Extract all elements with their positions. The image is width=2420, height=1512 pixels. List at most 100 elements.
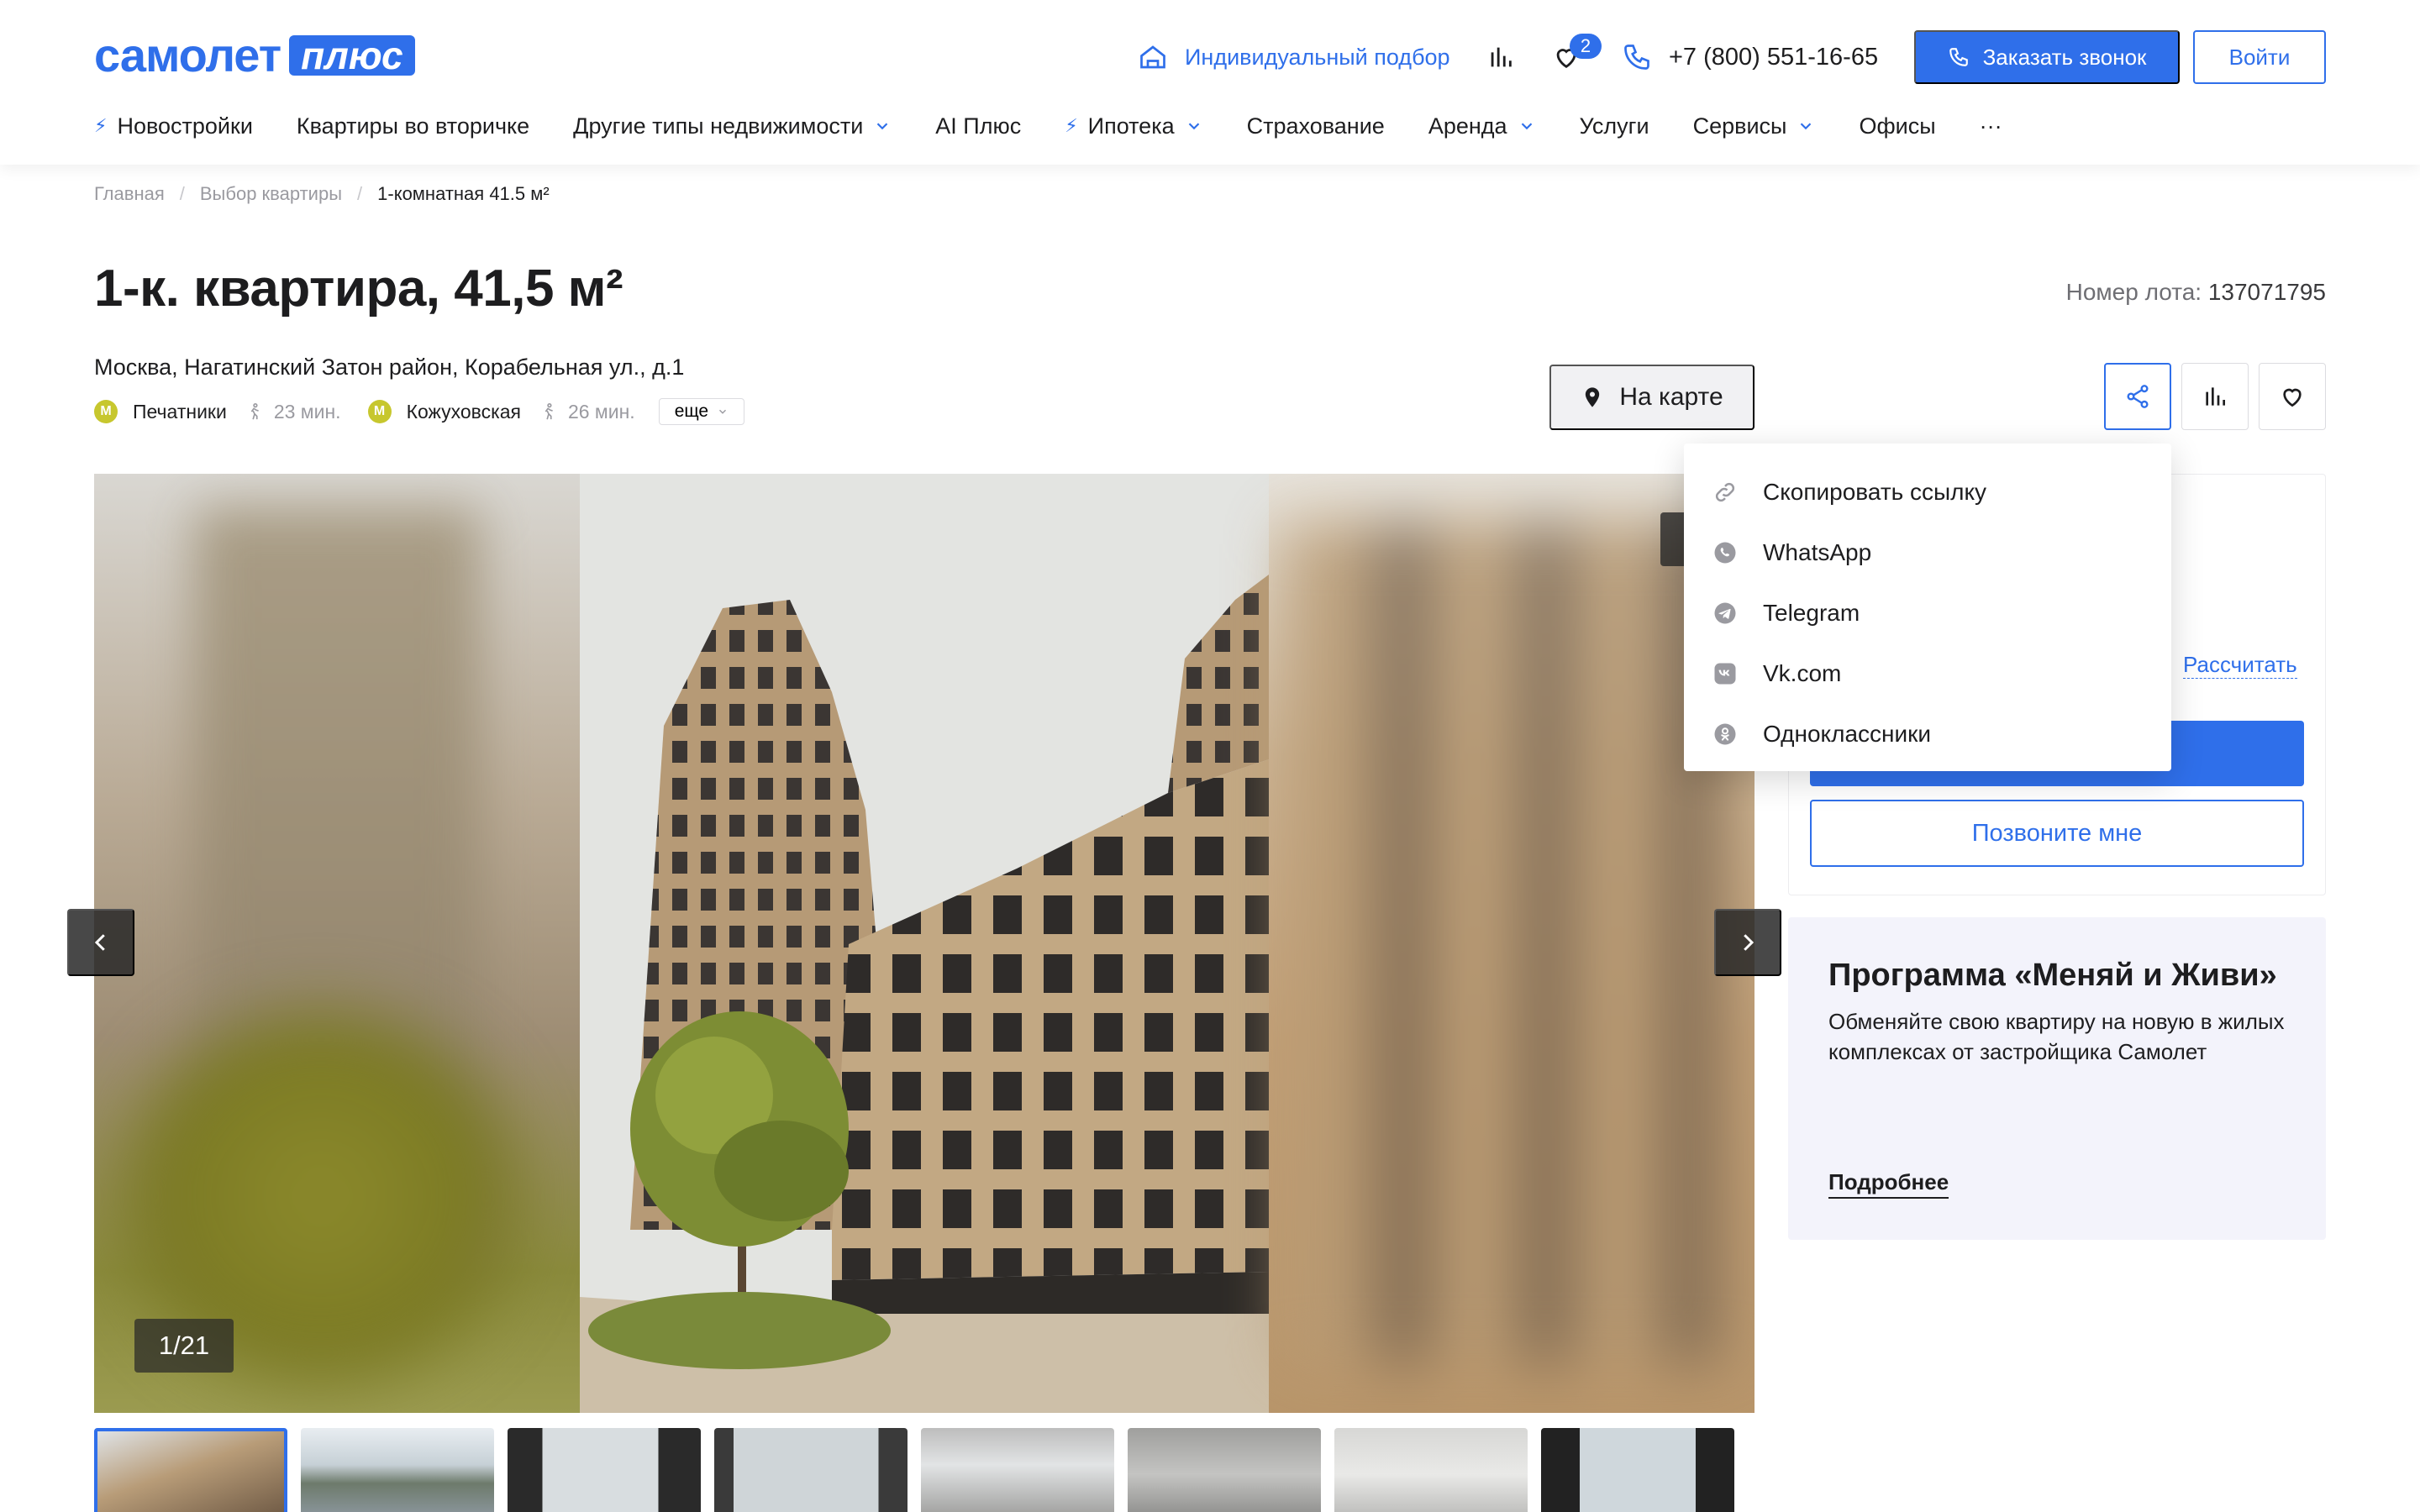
walk-time: 23 мин. bbox=[245, 401, 341, 423]
share-vk[interactable]: Vk.com bbox=[1684, 643, 2171, 704]
phone-link[interactable]: +7 (800) 551-16-65 bbox=[1620, 37, 1878, 77]
breadcrumb-apartment-select[interactable]: Выбор квартиры bbox=[200, 183, 342, 205]
call-me-button[interactable]: Позвоните мне bbox=[1810, 800, 2304, 867]
promo-more-link[interactable]: Подробнее bbox=[1828, 1169, 1949, 1199]
compare-icon bbox=[2206, 387, 2225, 406]
nav-item-insurance[interactable]: Страхование bbox=[1247, 113, 1385, 139]
gallery-next-button[interactable] bbox=[1714, 909, 1781, 976]
more-metro-button[interactable]: еще bbox=[658, 398, 745, 425]
phone-icon bbox=[1620, 40, 1654, 74]
odnoklassniki-icon bbox=[1712, 722, 1738, 747]
compare-listing-button[interactable] bbox=[2181, 363, 2249, 430]
thumbnail[interactable] bbox=[714, 1428, 908, 1512]
map-pin-icon bbox=[1586, 387, 1600, 407]
individual-selection-link[interactable]: Индивидуальный подбор bbox=[1136, 37, 1450, 77]
walk-time-value: 26 мин. bbox=[567, 400, 635, 423]
thumbnail[interactable] bbox=[508, 1428, 701, 1512]
more-label: еще bbox=[674, 402, 709, 421]
compare-icon bbox=[1491, 47, 1512, 67]
share-whatsapp[interactable]: WhatsApp bbox=[1684, 522, 2171, 583]
whatsapp-icon bbox=[1712, 540, 1738, 565]
calculate-link[interactable]: Рассчитать bbox=[2183, 652, 2297, 679]
thumbnail[interactable] bbox=[1128, 1428, 1321, 1512]
nav-label: AI Плюс bbox=[935, 113, 1022, 139]
logo[interactable]: самолет плюс bbox=[94, 29, 415, 81]
nav-label: Аренда bbox=[1428, 113, 1507, 139]
site-header: самолет плюс Индивидуальный подбор 2 +7 … bbox=[0, 0, 2420, 165]
breadcrumb: Главная / Выбор квартиры / 1-комнатная 4… bbox=[94, 183, 550, 205]
promo-card: Программа «Меняй и Живи» Обменяйте свою … bbox=[1788, 917, 2326, 1240]
nav-label: Ипотека bbox=[1087, 113, 1175, 139]
walking-icon bbox=[544, 403, 553, 420]
favorite-listing-button[interactable] bbox=[2259, 363, 2326, 430]
breadcrumb-current: 1-комнатная 41.5 м² bbox=[377, 183, 550, 204]
logo-text: самолет bbox=[94, 29, 281, 81]
link-icon bbox=[1712, 480, 1738, 505]
nav-label: Другие типы недвижимости bbox=[573, 113, 864, 139]
share-telegram[interactable]: Telegram bbox=[1684, 583, 2171, 643]
login-button[interactable]: Войти bbox=[2193, 30, 2326, 84]
chevron-down-icon bbox=[1188, 123, 1199, 130]
telegram-icon bbox=[1712, 601, 1738, 626]
nav-label: Сервисы bbox=[1692, 113, 1787, 139]
nav-item-resale[interactable]: Квартиры во вторичке bbox=[297, 113, 529, 139]
thumbnail-strip bbox=[94, 1428, 1775, 1512]
share-odnoklassniki[interactable]: Одноклассники bbox=[1684, 704, 2171, 764]
gallery-prev-button[interactable] bbox=[67, 909, 134, 976]
address: Москва, Нагатинский Затон район, Корабел… bbox=[94, 354, 685, 380]
breadcrumb-home[interactable]: Главная bbox=[94, 183, 165, 205]
walking-icon bbox=[250, 403, 259, 420]
nav-item-other-property[interactable]: Другие типы недвижимости bbox=[573, 113, 892, 139]
phone-icon bbox=[1949, 48, 1968, 66]
nav-more-button[interactable]: ··· bbox=[1980, 113, 2002, 139]
nav-item-new-buildings[interactable]: ⚡ Новостройки bbox=[94, 113, 253, 139]
show-on-map-button[interactable]: На карте bbox=[1549, 365, 1754, 430]
favorites-button[interactable]: 2 bbox=[1546, 34, 1602, 77]
promo-title: Программа «Меняй и Живи» bbox=[1828, 958, 2277, 993]
thumbnail[interactable] bbox=[94, 1428, 287, 1512]
walk-time-value: 23 мин. bbox=[273, 400, 341, 423]
gallery-main-photo[interactable] bbox=[580, 474, 1269, 1413]
nav-item-rent[interactable]: Аренда bbox=[1428, 113, 1536, 139]
thumbnail[interactable] bbox=[921, 1428, 1114, 1512]
map-button-label: На карте bbox=[1619, 383, 1723, 411]
nav-label: Услуги bbox=[1579, 113, 1649, 139]
promo-text: Обменяйте свою квартиру на новую в жилых… bbox=[1828, 1009, 2285, 1064]
share-button[interactable] bbox=[2104, 363, 2171, 430]
breadcrumb-separator: / bbox=[357, 183, 363, 204]
share-copy-link[interactable]: Скопировать ссылку bbox=[1684, 462, 2171, 522]
photo-gallery[interactable] bbox=[94, 474, 1754, 1413]
share-item-label: Скопировать ссылку bbox=[1763, 479, 1987, 505]
thumbnail[interactable] bbox=[1334, 1428, 1528, 1512]
share-icon bbox=[2127, 385, 2149, 408]
metro-station: Печатники bbox=[133, 400, 227, 423]
compare-button[interactable] bbox=[1481, 37, 1521, 77]
more-dots-icon: ··· bbox=[1979, 113, 2002, 139]
house-icon bbox=[1136, 40, 1170, 74]
thumbnail[interactable] bbox=[301, 1428, 494, 1512]
nav-item-offices[interactable]: Офисы bbox=[1859, 113, 1935, 139]
metro-icon: М bbox=[367, 400, 392, 423]
chevron-down-icon bbox=[1521, 123, 1532, 130]
nav-item-ai-plus[interactable]: AI Плюс bbox=[935, 113, 1021, 139]
nav-item-tools[interactable]: Сервисы bbox=[1693, 113, 1816, 139]
nav-label: Офисы bbox=[1859, 113, 1936, 139]
nav-label: Новостройки bbox=[117, 113, 253, 139]
building-photo bbox=[580, 474, 1269, 1413]
metro-icon: М bbox=[94, 400, 118, 423]
order-call-button[interactable]: Заказать звонок bbox=[1914, 30, 2180, 84]
vk-icon bbox=[1712, 661, 1738, 686]
chevron-down-icon bbox=[719, 409, 727, 414]
lot-label: Номер лота: bbox=[2065, 279, 2202, 305]
chevron-down-icon bbox=[1801, 123, 1812, 130]
gallery-next-photo bbox=[1269, 474, 1754, 1413]
lot-value: 137071795 bbox=[2207, 279, 2326, 305]
nav-item-services[interactable]: Услуги bbox=[1580, 113, 1649, 139]
logo-badge: плюс bbox=[289, 35, 415, 76]
order-call-label: Заказать звонок bbox=[1982, 44, 2147, 70]
thumbnail[interactable] bbox=[1541, 1428, 1734, 1512]
walk-time: 26 мин. bbox=[539, 401, 635, 423]
nav-item-mortgage[interactable]: ⚡ Ипотека bbox=[1065, 113, 1202, 139]
breadcrumb-separator: / bbox=[179, 183, 185, 204]
nav-label: Квартиры во вторичке bbox=[296, 113, 530, 139]
